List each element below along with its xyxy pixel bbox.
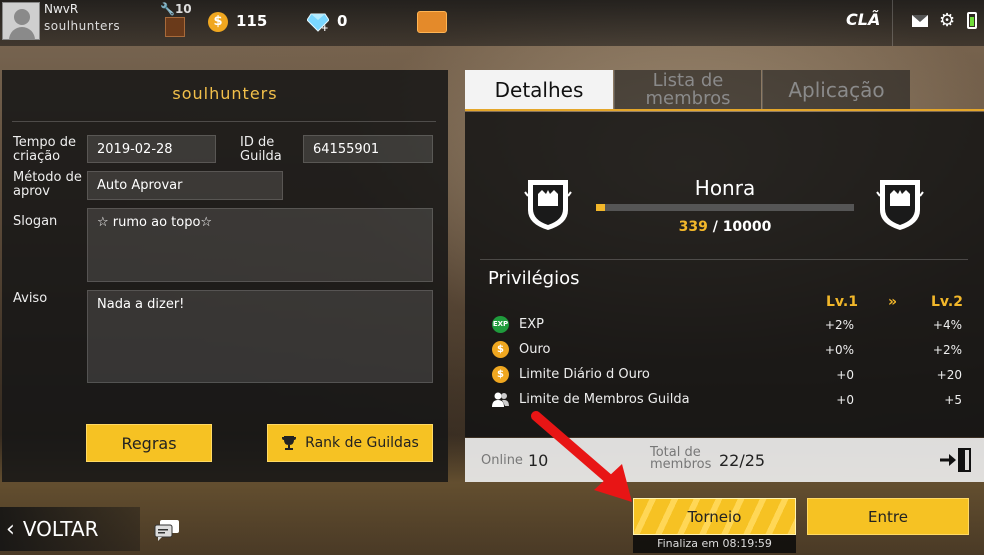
notice-label: Aviso xyxy=(13,291,48,306)
enter-button[interactable]: Entre xyxy=(807,498,969,535)
guild-emblem-lv2-icon xyxy=(876,180,924,230)
honor-label: Honra xyxy=(694,176,756,200)
tab-details-label: Detalhes xyxy=(494,78,584,102)
total-members-label: Total de membros xyxy=(650,445,712,472)
members-icon xyxy=(492,392,509,407)
notice-field: Nada a dizer! xyxy=(87,290,433,383)
back-button[interactable]: ‹ VOLTAR xyxy=(0,507,140,551)
approval-label: Método de aprov xyxy=(13,170,82,199)
level2-header: Lv.2 xyxy=(931,294,963,310)
svg-text:+: + xyxy=(321,24,329,32)
tab-application[interactable]: Aplicação xyxy=(762,70,910,110)
divider xyxy=(480,259,968,260)
honor-max: / 10000 xyxy=(707,219,772,235)
online-label: Online xyxy=(481,453,523,468)
guild-title-bar: soulhunters xyxy=(2,72,448,118)
honor-progress-fill xyxy=(596,204,605,211)
gold-coin-icon: $ xyxy=(492,341,509,358)
chat-icon[interactable] xyxy=(154,519,180,541)
tournament-button[interactable]: Torneio xyxy=(633,498,796,535)
top-bar xyxy=(0,0,984,46)
page-title: CLÃ xyxy=(846,10,881,29)
gear-icon[interactable]: ⚙ xyxy=(939,11,955,31)
slogan-label: Slogan xyxy=(13,214,58,229)
red-arrow-annotation-icon xyxy=(531,411,632,502)
diamond-icon[interactable]: + xyxy=(307,12,329,32)
guild-name: soulhunters xyxy=(172,84,278,103)
divider xyxy=(12,121,436,122)
enter-button-label: Entre xyxy=(868,507,908,526)
honor-current: 339 xyxy=(678,219,708,235)
privilege-row: $ Limite Diário d Ouro +0 +20 xyxy=(492,365,964,385)
diamond-balance: 0 xyxy=(337,12,348,30)
wrench-icon: 🔧 xyxy=(160,2,175,16)
rules-button[interactable]: Regras xyxy=(86,424,212,462)
privilege-row: $ Ouro +0% +2% xyxy=(492,340,964,360)
privileges-title: Privilégios xyxy=(488,268,580,289)
privilege-row: Limite de Membros Guilda +0 +5 xyxy=(492,390,964,410)
total-members-count: 22/25 xyxy=(719,451,766,470)
guild-emblem-lv1-icon xyxy=(524,180,572,230)
leave-guild-icon[interactable] xyxy=(940,448,972,472)
avatar[interactable] xyxy=(2,2,40,40)
battery-icon xyxy=(967,12,977,29)
honor-value: 339 / 10000 xyxy=(595,219,855,235)
rules-button-label: Regras xyxy=(121,433,177,453)
tab-underline xyxy=(465,109,984,111)
guild-rank-button-label: Rank de Guildas xyxy=(305,435,419,451)
level-arrow: » xyxy=(888,294,898,310)
tournament-button-label: Torneio xyxy=(687,507,742,526)
player-level: 🔧10 xyxy=(160,2,192,16)
chevron-left-icon: ‹ xyxy=(6,516,15,542)
guild-id-label: ID de Guilda xyxy=(240,135,282,164)
rank-badge-icon xyxy=(165,17,185,37)
tab-details[interactable]: Detalhes xyxy=(465,70,613,110)
voucher-icon[interactable] xyxy=(417,11,447,33)
divider xyxy=(892,0,893,46)
slogan-field: ☆ rumo ao topo☆ xyxy=(87,208,433,282)
tab-application-label: Aplicação xyxy=(788,78,885,102)
created-label: Tempo de criação xyxy=(13,135,76,164)
player-guild-name: soulhunters xyxy=(44,19,121,33)
player-name: NwvR xyxy=(44,2,79,16)
gold-coin-icon: $ xyxy=(208,12,228,32)
trophy-icon xyxy=(282,436,297,450)
tournament-countdown: Finaliza em 08:19:59 xyxy=(633,535,796,553)
tab-members[interactable]: Lista de membros xyxy=(614,70,761,110)
guild-id-field: 64155901 xyxy=(303,135,433,163)
mail-icon[interactable] xyxy=(912,15,928,27)
guild-rank-button[interactable]: Rank de Guildas xyxy=(267,424,433,462)
honor-progress-bar xyxy=(596,204,854,211)
privilege-row: EXP EXP +2% +4% xyxy=(492,316,962,333)
created-field: 2019-02-28 xyxy=(87,135,216,163)
back-button-label: VOLTAR xyxy=(22,517,99,541)
approval-select[interactable]: Auto Aprovar xyxy=(87,171,283,200)
tab-members-label: Lista de membros xyxy=(645,70,731,109)
level1-header: Lv.1 xyxy=(826,294,858,310)
gold-coin-icon: $ xyxy=(492,366,509,383)
coin-balance: 115 xyxy=(236,12,268,30)
exp-icon: EXP xyxy=(492,316,509,333)
